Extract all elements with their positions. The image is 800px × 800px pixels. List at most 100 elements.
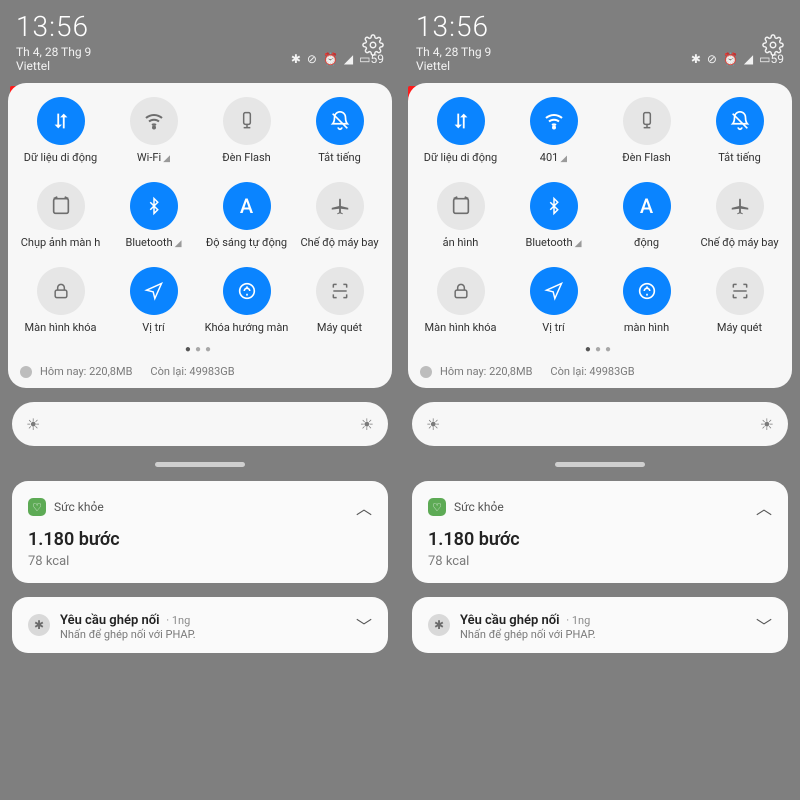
wifi-icon [530, 97, 578, 145]
qs-tile-label: Dữ liệu di động [424, 151, 497, 164]
signal-icon: ◢ [744, 52, 753, 66]
qs-tile-data[interactable]: Dữ liệu di động [14, 97, 107, 164]
auto-icon: A [623, 182, 671, 230]
qs-tile-lock[interactable]: Màn hình khóa [14, 267, 107, 334]
qs-tile-label: Đèn Flash [222, 151, 271, 164]
qs-tile-bt[interactable]: Bluetooth◢ [507, 182, 600, 249]
usage-today: Hôm nay: 220,8MB [40, 365, 132, 378]
brightness-low-icon: ☀ [426, 415, 440, 434]
qs-tile-flash[interactable]: Đèn Flash [200, 97, 293, 164]
date: Th 4, 28 Thg 9 [416, 45, 491, 59]
flash-icon [623, 97, 671, 145]
qs-tile-flash[interactable]: Đèn Flash [600, 97, 693, 164]
plane-icon [316, 182, 364, 230]
plane-icon [716, 182, 764, 230]
status-bar: 13:56 Th 4, 28 Thg 9 Viettel ✱ ⊘ ⏰ ◢ ▭59 [400, 0, 800, 75]
pairing-card[interactable]: ✱ Yêu cầu ghép nối · 1ng Nhấn để ghép nố… [412, 597, 788, 653]
usage-today: Hôm nay: 220,8MB [440, 365, 532, 378]
qs-tile-loc[interactable]: Vị trí [107, 267, 200, 334]
steps-value: 1.180 bước [28, 529, 372, 550]
qs-tile-label: 401◢ [540, 151, 567, 164]
qs-tile-label: Khóa hướng màn [205, 321, 289, 334]
qs-tile-auto[interactable]: AĐộ sáng tự động [200, 182, 293, 249]
signal-icon: ◢ [344, 52, 353, 66]
qs-tile-rot[interactable]: màn hình [600, 267, 693, 334]
qs-tile-auto[interactable]: Ađộng [600, 182, 693, 249]
page-dots[interactable]: ●●● [414, 344, 786, 355]
qs-tile-shot[interactable]: Chụp ảnh màn h [14, 182, 107, 249]
pair-title: Yêu cầu ghép nối [460, 613, 560, 628]
settings-icon[interactable] [362, 34, 384, 56]
rot-icon [223, 267, 271, 315]
settings-icon[interactable] [762, 34, 784, 56]
qs-tile-label: Chụp ảnh màn h [21, 236, 101, 249]
qs-tile-rot[interactable]: Khóa hướng màn [200, 267, 293, 334]
qs-tile-scan[interactable]: Máy quét [693, 267, 786, 334]
wifi-icon [130, 97, 178, 145]
shot-icon [437, 182, 485, 230]
expand-icon: ◢ [560, 154, 567, 164]
brightness-slider[interactable]: ☀ ☀ [412, 402, 788, 446]
usage-dot-icon [420, 366, 432, 378]
chevron-down-icon[interactable]: ﹀ [356, 613, 372, 637]
usage-dot-icon [20, 366, 32, 378]
qs-tile-loc[interactable]: Vị trí [507, 267, 600, 334]
qs-tile-label: Máy quét [717, 321, 762, 334]
qs-tile-data[interactable]: Dữ liệu di động [414, 97, 507, 164]
lock-icon [437, 267, 485, 315]
qs-tile-label: Dữ liệu di động [24, 151, 97, 164]
qs-tile-wifi[interactable]: Wi-Fi◢ [107, 97, 200, 164]
mute-icon [716, 97, 764, 145]
flash-icon [223, 97, 271, 145]
qs-tile-label: màn hình [624, 321, 669, 334]
chevron-up-icon[interactable]: ︿ [356, 495, 372, 519]
brightness-high-icon: ☀ [360, 415, 374, 434]
qs-tile-shot[interactable]: ản hình [414, 182, 507, 249]
bluetooth-icon: ✱ [291, 52, 301, 66]
status-bar: 13:56 Th 4, 28 Thg 9 Viettel ✱ ⊘ ⏰ ◢ ▭59 [0, 0, 400, 75]
quick-settings-panel: Dữ liệu di động 401◢ Đèn FlashTắt tiếng ản … [408, 83, 792, 388]
qs-tile-mute[interactable]: Tắt tiếng [293, 97, 386, 164]
chevron-down-icon[interactable]: ﹀ [756, 613, 772, 637]
chevron-up-icon[interactable]: ︿ [756, 495, 772, 519]
bluetooth-icon: ✱ [691, 52, 701, 66]
drag-handle[interactable] [555, 462, 645, 467]
qs-tile-wifi[interactable]: 401◢ [507, 97, 600, 164]
qs-tile-mute[interactable]: Tắt tiếng [693, 97, 786, 164]
qs-tile-label: ản hình [443, 236, 479, 249]
qs-tile-label: Chế độ máy bay [700, 236, 778, 249]
clock: 13:56 [416, 10, 784, 43]
pair-sub: Nhấn để ghép nối với PHAP. [460, 628, 596, 641]
health-card[interactable]: ♡ Sức khỏe ︿ 1.180 bước 78 kcal [412, 481, 788, 583]
quick-settings-panel: Dữ liệu di động Wi-Fi◢ Đèn Flash Tắt tiếng C… [8, 83, 392, 388]
shot-icon [37, 182, 85, 230]
qs-tile-plane[interactable]: Chế độ máy bay [693, 182, 786, 249]
brightness-low-icon: ☀ [26, 415, 40, 434]
qs-tile-label: Độ sáng tự động [206, 236, 287, 249]
expand-icon: ◢ [175, 239, 182, 249]
loc-icon [130, 267, 178, 315]
page-dots[interactable]: ●●● [14, 344, 386, 355]
drag-handle[interactable] [155, 462, 245, 467]
data-usage[interactable]: Hôm nay: 220,8MB Còn lại: 49983GB [20, 365, 380, 378]
health-app-name: Sức khỏe [454, 500, 504, 514]
brightness-slider[interactable]: ☀ ☀ [12, 402, 388, 446]
pairing-card[interactable]: ✱ Yêu cầu ghép nối · 1ng Nhấn để ghép nố… [12, 597, 388, 653]
qs-tile-label: Wi-Fi◢ [137, 151, 170, 164]
health-card[interactable]: ♡ Sức khỏe ︿ 1.180 bước 78 kcal [12, 481, 388, 583]
rot-icon [623, 267, 671, 315]
pair-when: · 1ng [164, 614, 191, 627]
qs-tile-plane[interactable]: Chế độ máy bay [293, 182, 386, 249]
lock-icon [37, 267, 85, 315]
alarm-icon: ⏰ [323, 52, 338, 66]
pair-sub: Nhấn để ghép nối với PHAP. [60, 628, 196, 641]
bluetooth-icon: ✱ [428, 614, 450, 636]
dnd-icon: ⊘ [307, 52, 317, 66]
usage-remain: Còn lại: 49983GB [550, 365, 634, 378]
qs-tile-lock[interactable]: Màn hình khóa [414, 267, 507, 334]
mute-icon [316, 97, 364, 145]
scan-icon [316, 267, 364, 315]
data-usage[interactable]: Hôm nay: 220,8MB Còn lại: 49983GB [420, 365, 780, 378]
qs-tile-scan[interactable]: Máy quét [293, 267, 386, 334]
qs-tile-bt[interactable]: Bluetooth◢ [107, 182, 200, 249]
